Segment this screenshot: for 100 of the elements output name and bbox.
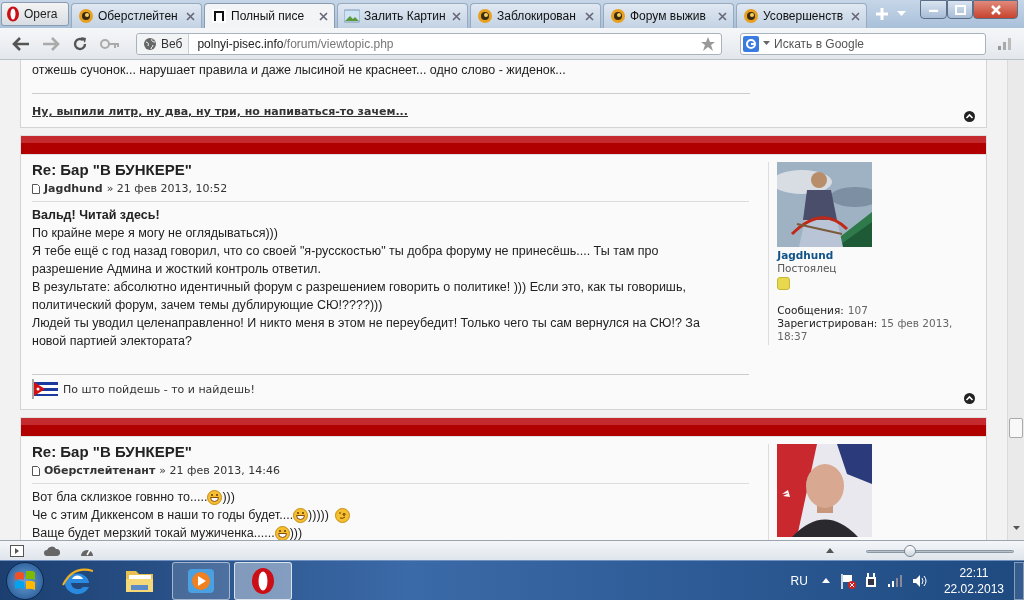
tab-title: Залить Картин: [364, 8, 447, 25]
favicon-icon: [477, 8, 493, 24]
taskbar-button[interactable]: [234, 561, 292, 600]
security-label: Веб: [161, 35, 183, 53]
signal-bars-icon: [998, 37, 1012, 50]
stat-value: 107: [847, 304, 868, 317]
close-icon[interactable]: [585, 11, 594, 21]
browser-tab[interactable]: Форум выжив: [603, 3, 734, 28]
post-text: ))))): [308, 506, 330, 524]
close-icon[interactable]: [851, 11, 860, 21]
rank-badge-icon: [777, 277, 791, 290]
post-text: Вот бла склизкое говнно то.....: [32, 488, 208, 506]
action-center-flag-icon[interactable]: [839, 572, 856, 589]
signature-text: По што пойдешь - то и найдешь!: [63, 381, 255, 398]
panel-toggle-icon[interactable]: [10, 544, 24, 557]
close-icon[interactable]: [186, 11, 195, 21]
browser-tab[interactable]: Усовершенств: [736, 3, 867, 28]
flag-icon: [32, 379, 59, 399]
cloud-icon[interactable]: [44, 545, 60, 556]
search-bar[interactable]: Искать в Google: [740, 32, 986, 55]
tab-title: Усовершенств: [763, 8, 844, 25]
windows-logo-icon: [14, 570, 36, 591]
tab-title: Заблокирован: [497, 8, 577, 25]
author-link[interactable]: Оберстлейтенант: [44, 462, 156, 480]
favicon-icon: [344, 8, 360, 24]
url-path: /forum/viewtopic.php: [283, 36, 394, 51]
clock[interactable]: 22:11 22.02.2013: [943, 564, 1004, 597]
post-title: Re: Бар "В БУНКЕРЕ": [32, 442, 193, 462]
show-desktop-button[interactable]: [1014, 561, 1024, 600]
back-icon[interactable]: [12, 36, 30, 51]
globe-icon: [143, 36, 157, 51]
favicon-icon: [743, 8, 759, 24]
url-host: polnyi-pisec.info: [197, 36, 284, 51]
grinning-smiley-icon: [207, 489, 223, 505]
signature-link[interactable]: Ну, выпили литр, ну два, ну три, но напиваться-то зачем...: [32, 104, 408, 118]
winking-smiley-icon: [335, 507, 351, 523]
close-icon: [990, 4, 1001, 15]
browser-tab[interactable]: Залить Картин: [337, 3, 468, 28]
maximize-button[interactable]: [947, 0, 973, 19]
volume-icon[interactable]: [911, 573, 928, 588]
post-text: ))): [289, 524, 303, 540]
search-field[interactable]: Искать в Google: [774, 34, 985, 53]
grinning-smiley-icon: [293, 507, 309, 523]
post-icon: [32, 466, 40, 476]
clock-time: 22:11: [959, 564, 989, 581]
browser-tab[interactable]: Полный писе: [204, 3, 335, 28]
close-icon[interactable]: [452, 11, 461, 21]
menu-button[interactable]: Opera: [1, 2, 69, 26]
post-date: » 21 фев 2013, 14:46: [159, 462, 280, 479]
back-to-top-icon[interactable]: [964, 393, 975, 404]
slider-thumb[interactable]: [904, 544, 917, 557]
post-text: разрешение Админа и жосткий контроль ответил.: [32, 260, 321, 278]
zoom-slider[interactable]: [866, 544, 1014, 557]
close-button[interactable]: [973, 0, 1018, 19]
registration-date-text: Зарегистрирован: 15 фев 2013, 18:37: [777, 317, 954, 343]
post-text: ))): [222, 488, 235, 506]
close-icon[interactable]: [319, 11, 328, 21]
back-to-top-icon[interactable]: [964, 111, 975, 122]
post-text: Людей ты уводил целенаправленно! И никто меня в этом не переубедит! Только чего ты сам вернулся на СЮ!? За: [32, 314, 700, 332]
minimize-icon: [929, 7, 938, 12]
tab-title: Форум выжив: [630, 8, 707, 25]
post-title: Re: Бар "В БУНКЕРЕ": [32, 160, 193, 180]
taskbar-button[interactable]: [172, 561, 230, 600]
caret-up-icon[interactable]: [826, 548, 834, 553]
scroll-down-icon[interactable]: [1013, 526, 1020, 530]
user-rank: Постоялец: [777, 262, 838, 275]
stat-label: Сообщения:: [777, 304, 844, 317]
tab-title: Полный писе: [231, 8, 306, 25]
browser-tab[interactable]: Заблокирован: [470, 3, 601, 28]
post-icon: [32, 184, 40, 194]
language-indicator[interactable]: RU: [790, 571, 808, 590]
scroll-thumb[interactable]: [1009, 418, 1023, 438]
bookmark-star-icon[interactable]: [701, 36, 715, 51]
favicon-icon: [610, 8, 626, 24]
scrollbar[interactable]: [1007, 60, 1024, 540]
post-text: отжешь сучонок... нарушает правила и даже лысиной не краснеет... одно слово - жиденок...: [32, 62, 567, 79]
post-text: Я тебе ещё с год назад говорил, что со своей "я-русскостью" ты добра форуму не принесёшь.... Ты там про: [32, 242, 659, 260]
caret-up-icon[interactable]: [821, 578, 830, 583]
google-icon: [743, 35, 759, 52]
signal-strength-icon[interactable]: [887, 574, 904, 587]
power-plug-icon[interactable]: [863, 572, 878, 589]
maximize-icon: [954, 4, 966, 15]
author-link[interactable]: Jagdhund: [44, 180, 103, 198]
reload-icon[interactable]: [72, 35, 88, 52]
caret-icon: [763, 41, 770, 46]
address-field[interactable]: Веб polnyi-pisec.info/forum/viewtopic.php: [136, 32, 722, 55]
profile-name[interactable]: Jagdhund: [777, 249, 986, 262]
post-text: По крайне мере я могу не оглядываться))): [32, 224, 278, 242]
tab-title: Оберстлейтен: [98, 8, 179, 25]
close-icon[interactable]: [718, 11, 727, 21]
favicon-icon: [211, 8, 227, 24]
post-text: Ваще будет мерзкий токай мужиченка......: [32, 524, 275, 540]
minimize-button[interactable]: [920, 0, 947, 19]
post-text: политический форум, зачем темы дублирующие СЮ!????))): [32, 296, 383, 314]
start-button[interactable]: [6, 561, 44, 600]
browser-tab[interactable]: Оберстлейтен: [71, 3, 202, 28]
clock-date: 22.02.2013: [943, 580, 1004, 597]
post-text: В результате: абсолютно идентичный форум с разрешением говорить о политике! ))) Если это, как ты говоришь,: [32, 278, 686, 296]
opera-logo-icon: [6, 6, 20, 22]
post-date: » 21 фев 2013, 10:52: [106, 180, 228, 197]
